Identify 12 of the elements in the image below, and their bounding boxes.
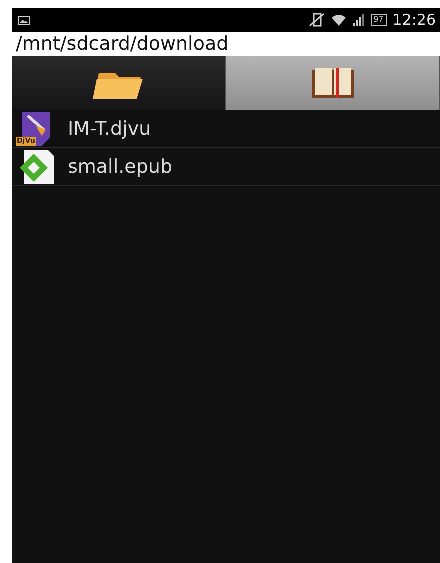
tab[interactable]	[12, 56, 226, 110]
folder-path: /mnt/sdcard/download	[12, 32, 440, 56]
file-name: small.epub	[68, 156, 172, 178]
battery-level: 97	[370, 14, 387, 26]
wifi-icon	[330, 14, 347, 26]
signal-icon	[352, 14, 365, 26]
file-list-item[interactable]: small.epub	[12, 148, 440, 186]
file-name: IM-T.djvu	[68, 118, 152, 140]
image-notification-icon	[18, 16, 30, 24]
clock-time: 12:26	[392, 11, 436, 29]
tab[interactable]	[226, 56, 440, 110]
book-icon	[310, 66, 356, 100]
